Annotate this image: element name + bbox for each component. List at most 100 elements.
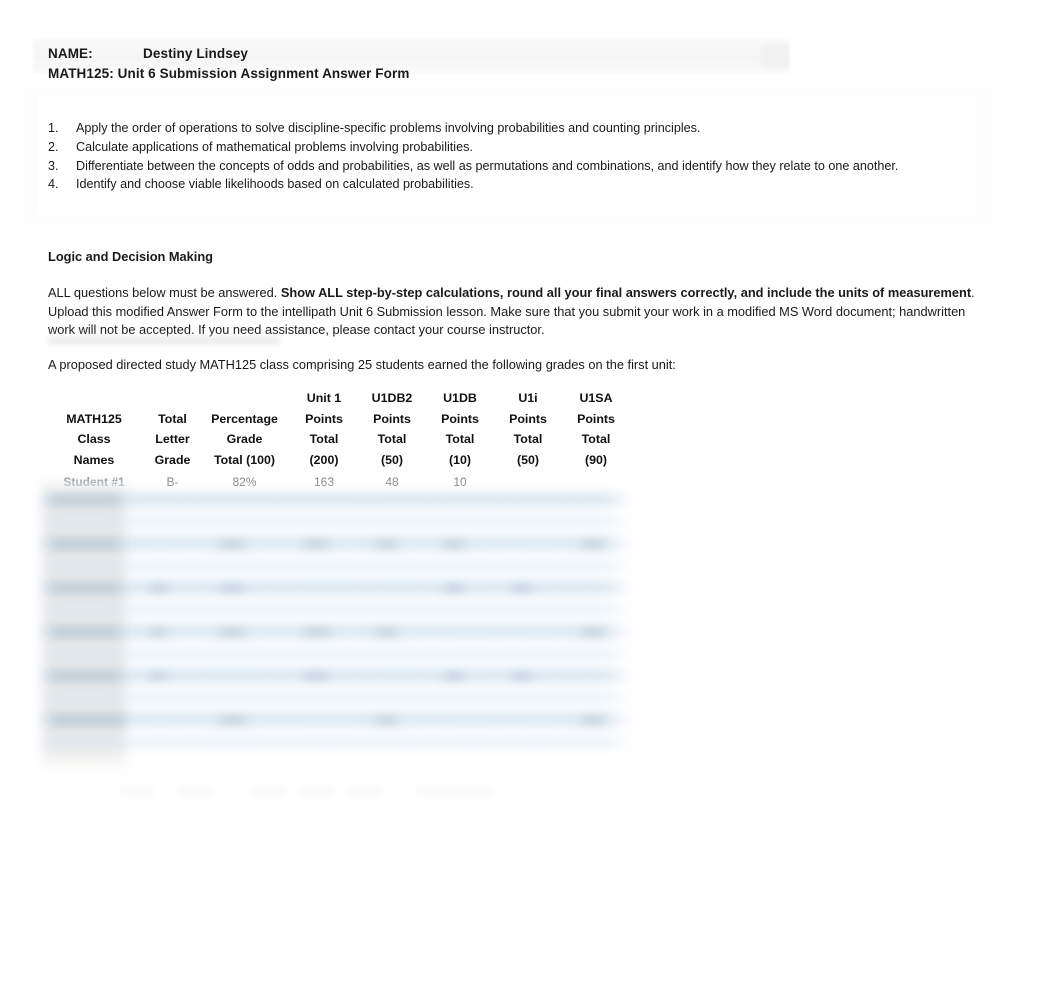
redacted-text-blot — [220, 584, 244, 593]
table-row: Student #1 B- 82% 163 48 10 — [42, 472, 630, 493]
objectives-list: 1. Apply the order of operations to solv… — [48, 119, 988, 194]
table-lead-text: A proposed directed study MATH125 class … — [48, 357, 676, 372]
column-header-u1db-points: U1DB Points Total (10) — [426, 388, 494, 472]
ghost-cell — [300, 786, 334, 796]
header-line-2: Points — [509, 411, 547, 426]
header-line-1: Unit 1 — [306, 391, 342, 405]
header-line-1: U1DB — [443, 391, 477, 405]
redacted-row — [42, 516, 630, 527]
name-row: NAME: Destiny Lindsey — [48, 44, 848, 64]
redacted-column-gap — [502, 478, 510, 770]
instructions-emphasis: Show ALL step-by-step calculations, roun… — [280, 285, 972, 300]
redacted-text-blot — [150, 628, 166, 637]
redacted-row — [42, 670, 630, 681]
redacted-text-blot — [444, 540, 464, 549]
redacted-text-blot — [376, 716, 396, 725]
document-header: NAME: Destiny Lindsey MATH125: Unit 6 Su… — [48, 44, 848, 84]
grades-table-body: Student #1 B- 82% 163 48 10 — [42, 472, 630, 493]
grades-table-wrapper: MATH125 Class Names Total Letter Grade P… — [42, 388, 630, 493]
redacted-text-blot — [376, 540, 396, 549]
redacted-column-gap — [182, 478, 190, 770]
redacted-text-blot — [304, 540, 328, 549]
column-header-class-names: MATH125 Class Names — [42, 388, 146, 472]
objective-number: 3. — [48, 158, 59, 173]
ghost-cell — [416, 786, 492, 796]
header-line-3: Total (100) — [213, 452, 276, 467]
column-header-percentage-grade: Percentage Grade Total (100) — [199, 388, 290, 472]
list-item: 4. Identify and choose viable likelihood… — [48, 175, 988, 194]
instructions-paragraph: ALL questions below must be answered. Sh… — [48, 284, 986, 340]
redacted-column-gap — [434, 478, 442, 770]
ghost-cell — [120, 786, 154, 796]
list-item: 3. Differentiate between the concepts of… — [48, 157, 988, 176]
list-item: 2. Calculate applications of mathematica… — [48, 138, 988, 157]
header-line-2: Letter — [155, 432, 190, 446]
header-line-1: MATH125 — [66, 411, 122, 426]
redacted-text-blot — [52, 672, 118, 681]
column-header-letter-grade: Total Letter Grade — [146, 388, 199, 472]
header-line-1: U1DB2 — [371, 391, 413, 405]
redacted-text-blot — [220, 540, 244, 549]
redacted-text-blot — [52, 584, 118, 593]
ghost-cell — [178, 786, 212, 796]
header-line-4: (50) — [516, 452, 540, 467]
redacted-text-blot — [512, 584, 532, 593]
redacted-text-blot — [582, 540, 604, 549]
header-line-2: Points — [373, 411, 411, 426]
header-line-1: Percentage — [211, 411, 278, 426]
redacted-text-blot — [582, 628, 604, 637]
redacted-column-gap — [570, 478, 578, 770]
redacted-table-body — [42, 478, 630, 770]
redacted-text-blot — [444, 672, 464, 681]
redacted-row — [42, 604, 630, 615]
column-header-u1i-points: U1i Points Total (50) — [494, 388, 562, 472]
ghost-row-below-table — [120, 784, 590, 798]
cell-unit1-points: 163 — [290, 472, 358, 493]
redacted-row — [42, 626, 630, 637]
cell-student-name: Student #1 — [42, 472, 146, 493]
page-title: MATH125: Unit 6 Submission Assignment An… — [48, 66, 410, 81]
redacted-text-blot — [52, 496, 118, 505]
header-line-1: Total — [158, 411, 187, 426]
objective-text: Differentiate between the concepts of od… — [76, 158, 899, 173]
redacted-text-blot — [150, 672, 166, 681]
header-line-3: Total — [445, 432, 475, 446]
redacted-text-blot — [150, 584, 168, 593]
header-line-2: Points — [441, 411, 479, 426]
redacted-text-blot — [52, 540, 118, 549]
cell-u1i-points — [494, 472, 562, 493]
redacted-column-gap — [282, 478, 292, 770]
objective-number: 4. — [48, 177, 59, 192]
redacted-row — [42, 538, 630, 549]
table-header-row: MATH125 Class Names Total Letter Grade P… — [42, 388, 630, 472]
grades-table-head: MATH125 Class Names Total Letter Grade P… — [42, 388, 630, 472]
objective-number: 1. — [48, 121, 59, 135]
redacted-text-blot — [376, 628, 396, 637]
header-line-3: Names — [73, 452, 115, 467]
list-item: 1. Apply the order of operations to solv… — [48, 119, 988, 138]
redacted-text-blot — [512, 672, 532, 681]
ghost-cell — [348, 786, 382, 796]
redacted-row — [42, 692, 630, 703]
header-line-1: U1i — [518, 391, 538, 405]
cell-percentage: 82% — [199, 472, 290, 493]
column-header-u1sa-points: U1SA Points Total (90) — [562, 388, 630, 472]
redacted-fade-bottom — [42, 748, 630, 770]
redacted-text-blot — [304, 672, 328, 681]
header-line-4: (50) — [380, 452, 404, 467]
redacted-text-blot — [582, 716, 604, 725]
redacted-name-column — [42, 478, 126, 770]
highlight-smudge — [48, 336, 280, 345]
objective-number: 2. — [48, 139, 59, 154]
header-line-2: Points — [577, 411, 615, 426]
redacted-row — [42, 714, 630, 725]
header-line-4: (10) — [448, 452, 472, 467]
objective-text: Apply the order of operations to solve d… — [76, 121, 701, 135]
cell-u1db2-points: 48 — [358, 472, 426, 493]
redacted-text-blot — [304, 628, 330, 637]
header-line-3: Total — [513, 432, 543, 446]
cell-u1db-points: 10 — [426, 472, 494, 493]
redacted-text-blot — [52, 628, 118, 637]
cell-u1sa-points — [562, 472, 630, 493]
name-label: NAME: — [48, 46, 93, 61]
